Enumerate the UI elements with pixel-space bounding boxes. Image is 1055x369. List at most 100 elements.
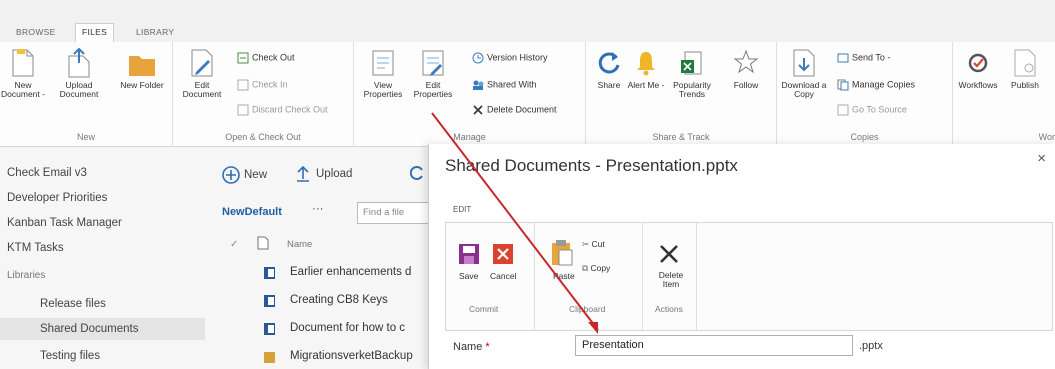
edit-document-icon [191,49,213,77]
check-in-icon [237,79,249,91]
more-options-button[interactable]: ··· [312,203,324,215]
shared-with-button[interactable]: Shared With [472,79,537,91]
file-extension: .pptx [859,340,883,352]
workflows-button[interactable]: Workflows [953,48,1003,90]
delete-icon [473,105,483,115]
new-command-label: New [244,169,268,182]
view-properties-button[interactable]: View Properties [360,48,406,99]
alert-me-label: Alert Me - [627,80,665,90]
send-to-button[interactable]: Send To - [837,52,890,64]
manage-group-label: Manage [453,132,486,142]
share-icon [598,52,620,74]
tab-browse[interactable]: BROWSE [10,24,62,41]
delete-document-button[interactable]: Delete Document [472,104,557,116]
paste-icon [552,240,573,266]
nav-item-release-files[interactable]: Release files [40,298,106,310]
check-in-label: Check In [252,79,288,90]
open-group-label: Open & Check Out [225,132,301,142]
upload-command[interactable]: Upload [296,165,352,182]
column-header-name[interactable]: Name [287,239,312,250]
table-row[interactable]: Earlier enhancements d [290,266,411,278]
manage-copies-button[interactable]: Manage Copies [837,79,915,91]
cancel-button[interactable]: Cancel [490,271,516,281]
follow-button[interactable]: Follow [724,48,768,90]
check-out-button[interactable]: Check Out [237,52,295,64]
folder-icon [129,56,155,76]
new-command[interactable]: New [222,166,267,184]
new-group-label: New [76,132,95,142]
publish-label: Publish [1011,80,1039,90]
edit-document-label: Edit Document [182,80,222,99]
tab-files[interactable]: FILES [75,23,115,43]
publish-button[interactable]: Publish [1005,48,1045,90]
people-icon [473,80,484,90]
nav-item-developer-priorities[interactable]: Developer Priorities [7,192,107,204]
version-history-icon [472,52,484,64]
edit-properties-button[interactable]: Edit Properties [410,48,456,99]
bell-icon [637,52,655,76]
nav-item-testing-files[interactable]: Testing files [40,350,100,362]
delete-item-icon [660,245,678,263]
nav-item-shared-documents[interactable]: Shared Documents [40,323,138,335]
workflows-group-label: Wor [1038,132,1055,142]
name-label-text: Name [453,341,483,353]
copy-button[interactable]: ⧉ Copy [582,263,610,274]
ribbon-group-share: Share Alert Me - Popularity Trends Follo… [586,42,777,146]
table-row[interactable]: MigrationsverketBackup [290,350,413,362]
nav-item-ktm-tasks[interactable]: KTM Tasks [7,242,64,254]
view-selector[interactable]: NewDefault [222,206,282,218]
new-folder-label: New Folder [120,80,164,90]
version-history-button[interactable]: Version History [472,52,548,64]
ribbon-group-copies: Download a Copy Send To - Manage Copies … [777,42,953,146]
download-copy-label: Download a Copy [781,80,827,99]
edit-properties-icon [422,50,444,76]
table-row[interactable]: Document for how to c [290,322,405,334]
send-to-label: Send To - [852,52,891,63]
discard-check-out-button[interactable]: Discard Check Out [237,104,328,116]
cut-button[interactable]: ✂ Cut [582,239,605,250]
commit-group-label: Commit [469,304,499,314]
new-document-icon [12,49,34,77]
upload-icon [68,48,90,78]
tab-library[interactable]: LIBRARY [130,24,180,41]
discard-check-out-label: Discard Check Out [252,104,328,115]
manage-copies-label: Manage Copies [852,79,916,90]
download-copy-button[interactable]: Download a Copy [781,48,827,99]
go-to-source-label: Go To Source [852,104,907,115]
check-out-label: Check Out [252,52,295,63]
nav-item-kanban[interactable]: Kanban Task Manager [7,217,122,229]
tab-edit[interactable]: EDIT [453,205,471,214]
name-input[interactable] [575,335,853,356]
table-row[interactable]: Creating CB8 Keys [290,294,388,306]
name-field-label: Name * [453,341,490,353]
zip-file-icon [264,352,275,363]
upload-document-button[interactable]: Upload Document [56,48,102,99]
select-all-check[interactable]: ✓ [230,239,238,250]
ribbon-group-open: Edit Document Check Out Check In Discard… [173,42,354,146]
new-folder-button[interactable]: New Folder [120,48,164,90]
search-input[interactable]: Find a file [357,202,434,224]
ribbon-tabs: BROWSE FILES LIBRARY [0,0,1055,43]
paste-button[interactable]: Paste [553,271,575,281]
cut-label: Cut [591,239,605,249]
sync-command[interactable] [409,164,424,185]
close-button[interactable]: × [1037,150,1046,167]
send-to-icon [837,53,849,63]
view-properties-icon [372,50,394,76]
save-button[interactable]: Save [459,271,478,281]
popularity-trends-button[interactable]: Popularity Trends [666,48,718,99]
download-icon [793,49,815,77]
popularity-trends-label: Popularity Trends [673,80,711,99]
delete-item-button[interactable]: Delete Item [656,271,686,289]
discard-icon [237,104,249,116]
new-document-button[interactable]: New Document - [0,48,46,99]
copy-label: Copy [590,263,611,273]
nav-item-check-email[interactable]: Check Email v3 [7,167,87,179]
publish-icon [1014,49,1036,77]
alert-me-button[interactable]: Alert Me - [626,48,666,90]
edit-properties-label: Edit Properties [413,80,453,99]
check-in-button[interactable]: Check In [237,79,288,91]
edit-document-button[interactable]: Edit Document [179,48,225,99]
dialog-title: Shared Documents - Presentation.pptx [445,156,738,175]
go-to-source-button[interactable]: Go To Source [837,104,907,116]
